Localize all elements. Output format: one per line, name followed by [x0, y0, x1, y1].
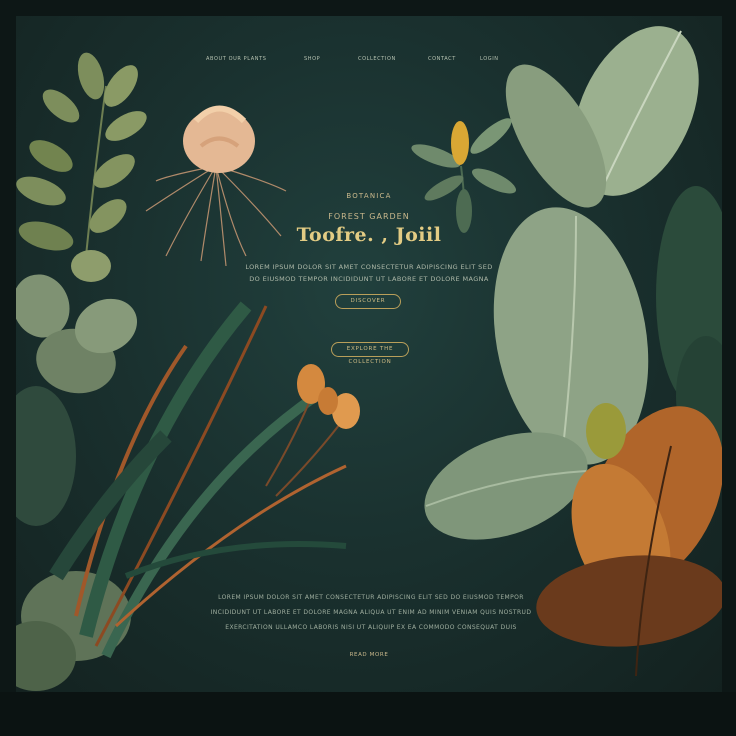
- orange-kangaroo-paw: [265, 364, 360, 497]
- nav-link-collection[interactable]: COLLECTION: [358, 56, 396, 62]
- hero-description-line: LOREM IPSUM DOLOR SIT AMET CONSECTETUR A…: [245, 263, 493, 271]
- nav-link-about[interactable]: ABOUT OUR PLANTS: [206, 56, 267, 62]
- left-eucalyptus-branch: [16, 52, 147, 282]
- hero-eyebrow: BOTANICA: [346, 192, 392, 200]
- explore-collection-button[interactable]: EXPLORE THE COLLECTION: [331, 342, 409, 365]
- footer-description: LOREM IPSUM DOLOR SIT AMET CONSECTETUR A…: [186, 590, 556, 635]
- top-navigation: ABOUT OUR PLANTS SHOP COLLECTION CONTACT…: [16, 56, 722, 70]
- hero-title: Toofre. , Joiil: [296, 224, 442, 246]
- footer-line: LOREM IPSUM DOLOR SIT AMET CONSECTETUR A…: [218, 594, 524, 601]
- nav-link-shop[interactable]: SHOP: [304, 56, 320, 62]
- hero-description-line: DO EIUSMOD TEMPOR INCIDIDUNT UT LABORE E…: [249, 275, 489, 283]
- footer-line: INCIDIDUNT UT LABORE ET DOLORE MAGNA ALI…: [210, 609, 532, 616]
- nav-link-login[interactable]: LOGIN: [480, 56, 499, 62]
- hero-subtitle: FOREST GARDEN: [328, 212, 410, 221]
- read-more-link[interactable]: READ MORE: [16, 652, 722, 658]
- nav-link-contact[interactable]: CONTACT: [428, 56, 456, 62]
- hero-section: ABOUT OUR PLANTS SHOP COLLECTION CONTACT…: [16, 16, 722, 692]
- footer-line: EXERCITATION ULLAMCO LABORIS NISI UT ALI…: [225, 624, 517, 631]
- hero-description: LOREM IPSUM DOLOR SIT AMET CONSECTETUR A…: [16, 261, 722, 285]
- discover-button[interactable]: DISCOVER: [335, 294, 401, 309]
- bottom-band: [0, 692, 736, 736]
